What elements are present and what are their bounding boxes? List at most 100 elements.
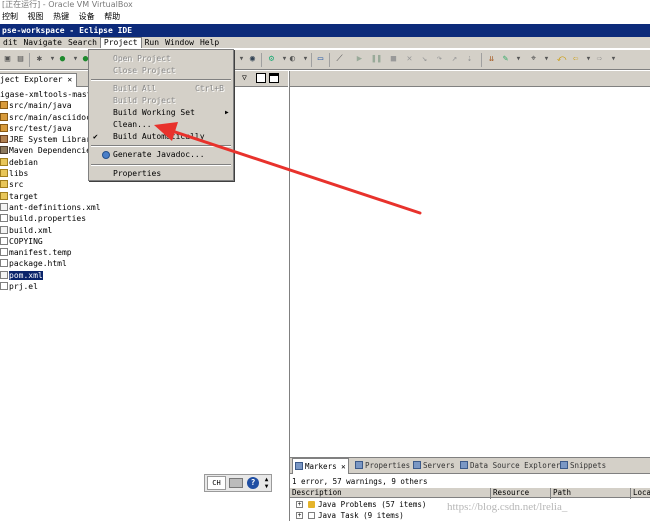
menu-item-label: Close Project bbox=[113, 66, 176, 75]
menu-item-generate-javadoc[interactable]: Generate Javadoc... bbox=[89, 149, 233, 161]
tree-item-build-xml[interactable]: build.xml bbox=[0, 225, 288, 236]
last-edit-icon[interactable]: ⤺ bbox=[556, 54, 567, 65]
back-icon[interactable]: ⇦ bbox=[570, 54, 581, 65]
expand-icon[interactable]: + bbox=[296, 512, 303, 519]
editor-tabbar bbox=[290, 71, 650, 87]
tree-item-package-html[interactable]: package.html bbox=[0, 258, 288, 269]
pin-editor-icon[interactable]: ⌖ bbox=[528, 54, 539, 65]
perspective-icon[interactable]: ◐ bbox=[287, 54, 298, 65]
project-menu-dropdown: Open Project Close Project Build All Ctrl… bbox=[88, 49, 234, 181]
print-icon[interactable]: ▤ bbox=[15, 54, 26, 65]
dropdown-arrow-icon[interactable]: ▾ bbox=[300, 54, 311, 65]
tree-item-pom-xml[interactable]: pom.xml bbox=[0, 270, 288, 281]
markers-icon bbox=[295, 462, 303, 470]
step-return-icon[interactable]: ↗ bbox=[449, 54, 460, 65]
vbox-menu-hotkeys[interactable]: 热键 bbox=[51, 9, 74, 24]
file-icon bbox=[0, 282, 8, 291]
vbox-menu-view[interactable]: 视图 bbox=[26, 9, 49, 24]
maximize-view-icon[interactable] bbox=[269, 73, 279, 83]
tree-item-label: src/main/java bbox=[9, 101, 72, 111]
console-icon[interactable]: ▭ bbox=[315, 54, 326, 65]
debug-icon[interactable]: ✱ bbox=[34, 54, 45, 65]
column-path[interactable]: Path bbox=[551, 488, 631, 499]
tab-package-explorer[interactable]: ject Explorer ✕ bbox=[0, 73, 78, 87]
tab-data-source-explorer[interactable]: Data Source Explorer bbox=[458, 458, 562, 474]
skip-breakpoints-icon[interactable]: ⟋ bbox=[334, 54, 345, 65]
menu-item-close-project[interactable]: Close Project bbox=[89, 65, 233, 77]
suspend-icon[interactable]: ❚❚ bbox=[371, 54, 382, 65]
dropdown-arrow-icon[interactable]: ▾ bbox=[583, 54, 594, 65]
dropdown-arrow-icon[interactable]: ▾ bbox=[608, 54, 619, 65]
tree-item-prj-el[interactable]: prj.el bbox=[0, 281, 288, 292]
tab-snippets[interactable]: Snippets bbox=[558, 458, 608, 474]
menu-separator bbox=[91, 164, 231, 166]
terminate-icon[interactable]: ■ bbox=[388, 54, 399, 65]
menu-item-build-working-set[interactable]: Build Working Set ▶ bbox=[89, 107, 233, 119]
task-icon bbox=[308, 512, 315, 519]
resume-icon[interactable]: ▶ bbox=[354, 54, 365, 65]
tree-item-build-properties[interactable]: build.properties bbox=[0, 213, 288, 224]
drop-to-frame-icon[interactable]: ⇣ bbox=[464, 54, 475, 65]
disconnect-icon[interactable]: ✕ bbox=[404, 54, 415, 65]
ime-language-button[interactable]: CH bbox=[207, 476, 226, 490]
tree-item-copying[interactable]: COPYING bbox=[0, 236, 288, 247]
menu-window[interactable]: Window bbox=[162, 37, 197, 49]
help-icon[interactable]: ? bbox=[247, 477, 259, 489]
dropdown-arrow-icon[interactable]: ▾ bbox=[236, 54, 247, 65]
dropdown-arrow-icon[interactable]: ▾ bbox=[541, 54, 552, 65]
step-over-icon[interactable]: ↷ bbox=[434, 54, 445, 65]
mark-occurrences-icon[interactable]: ✎ bbox=[500, 54, 511, 65]
minimize-view-icon[interactable] bbox=[256, 73, 266, 83]
keyboard-icon[interactable] bbox=[229, 478, 243, 488]
tab-properties[interactable]: Properties bbox=[353, 458, 412, 474]
row-label: Java Problems (57 items) bbox=[318, 500, 427, 509]
save-icon[interactable]: ▣ bbox=[2, 54, 13, 65]
step-into-icon[interactable]: ↘ bbox=[419, 54, 430, 65]
editor-area[interactable] bbox=[289, 71, 650, 457]
menu-help[interactable]: Help bbox=[197, 37, 222, 49]
warning-icon bbox=[308, 501, 315, 508]
menu-navigate[interactable]: Navigate bbox=[20, 37, 65, 49]
column-location[interactable]: Loca bbox=[631, 488, 650, 499]
menu-project[interactable]: Project bbox=[99, 37, 142, 48]
menu-item-clean[interactable]: Clean... bbox=[89, 119, 233, 131]
tree-item-label: package.html bbox=[9, 259, 67, 269]
bottom-tabbar: Markers ✕ Properties Servers Data Source… bbox=[290, 458, 650, 474]
menu-edit[interactable]: dit bbox=[0, 37, 20, 49]
web-browser-icon[interactable]: ◉ bbox=[247, 54, 258, 65]
forward-icon[interactable]: ⇨ bbox=[594, 54, 605, 65]
tree-item-label: manifest.temp bbox=[9, 248, 72, 258]
tree-item-ant-definitions[interactable]: ant-definitions.xml bbox=[0, 202, 288, 213]
menu-item-build-all[interactable]: Build All Ctrl+B bbox=[89, 83, 233, 95]
ime-options-icon[interactable]: ▲ ▼ bbox=[263, 476, 270, 490]
menu-run[interactable]: Run bbox=[142, 37, 162, 49]
vbox-menu-help[interactable]: 帮助 bbox=[102, 9, 125, 24]
tab-markers[interactable]: Markers ✕ bbox=[292, 458, 349, 474]
ime-toolbar: CH ? ▲ ▼ bbox=[204, 474, 272, 492]
menu-item-build-automatically[interactable]: ✔ Build Automatically bbox=[89, 131, 233, 143]
markers-table-header: Description Resource Path Loca bbox=[290, 487, 650, 499]
run-icon[interactable]: ● bbox=[57, 54, 68, 65]
watermark: https://blog.csdn.net/lrelia_ bbox=[447, 501, 568, 513]
view-menu-icon[interactable]: ▽ bbox=[242, 73, 252, 83]
vbox-menu-devices[interactable]: 设备 bbox=[77, 9, 100, 24]
menu-search[interactable]: Search bbox=[65, 37, 100, 49]
column-description[interactable]: Description bbox=[290, 488, 491, 499]
menu-item-open-project[interactable]: Open Project bbox=[89, 53, 233, 65]
tree-item-manifest-temp[interactable]: manifest.temp bbox=[0, 247, 288, 258]
tree-item-src[interactable]: src bbox=[0, 179, 288, 190]
vbox-menu-control[interactable]: 控制 bbox=[0, 9, 23, 24]
next-annotation-icon[interactable]: ⇊ bbox=[486, 54, 497, 65]
tree-item-target[interactable]: target bbox=[0, 191, 288, 202]
toolbar-separator bbox=[311, 53, 312, 67]
menu-item-build-project[interactable]: Build Project bbox=[89, 95, 233, 107]
folder-icon bbox=[0, 180, 8, 189]
expand-icon[interactable]: + bbox=[296, 501, 303, 508]
tree-item-label: Maven Dependencies bbox=[9, 146, 96, 156]
menu-item-label: Open Project bbox=[113, 54, 171, 63]
column-resource[interactable]: Resource bbox=[491, 488, 551, 499]
server-icon[interactable]: ⚙ bbox=[266, 54, 277, 65]
tab-servers[interactable]: Servers bbox=[411, 458, 457, 474]
dropdown-arrow-icon[interactable]: ▾ bbox=[513, 54, 524, 65]
menu-item-properties[interactable]: Properties bbox=[89, 168, 233, 180]
